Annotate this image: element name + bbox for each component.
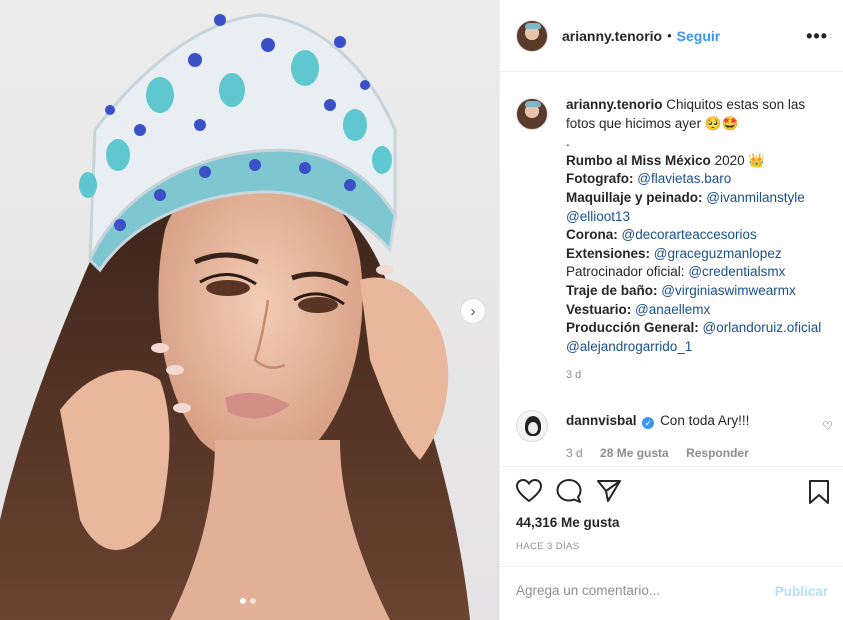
commenter-username[interactable]: dannvisbal: [566, 413, 637, 428]
credit-line: @alejandrogarrido_1: [566, 338, 832, 357]
credit-line: Fotografo: @flavietas.baro: [566, 171, 732, 187]
mention-link[interactable]: @graceguzmanlopez: [654, 246, 782, 261]
mention-link[interactable]: @virginiaswimwearmx: [661, 283, 795, 298]
mention-link[interactable]: @ellioot13: [566, 209, 630, 224]
follow-button[interactable]: Seguir: [677, 28, 721, 44]
mention-link[interactable]: @anaellemx: [635, 302, 710, 317]
caption-timestamp[interactable]: 3 d: [566, 366, 832, 385]
comment-bubble-icon[interactable]: [556, 479, 582, 503]
carousel-dot-2: [250, 598, 256, 604]
caption-body: arianny.tenorio Chiquitos estas son las …: [566, 96, 832, 385]
like-count[interactable]: 44,316 Me gusta: [516, 515, 620, 530]
bookmark-icon[interactable]: [808, 479, 830, 508]
comment-composer: Publicar: [500, 566, 843, 620]
action-icons: [516, 479, 622, 503]
credit-line: Extensiones: @graceguzmanlopez: [566, 245, 782, 261]
instagram-post: › arianny.tenorio • Seguir ••• arianny.t…: [0, 0, 843, 620]
post-age[interactable]: HACE 3 DÍAS: [516, 541, 580, 552]
credit-line: Traje de baño: @virginiaswimwearmx: [566, 282, 796, 298]
credit-line: Corona: @decorarteaccesorios: [566, 227, 757, 243]
caption-username[interactable]: arianny.tenorio: [566, 97, 663, 112]
author-username[interactable]: arianny.tenorio: [562, 28, 662, 44]
comment-meta: 3 d 28 Me gusta Responder: [566, 444, 763, 462]
comment-text: Con toda Ary!!!: [660, 413, 750, 428]
publish-button[interactable]: Publicar: [775, 584, 828, 599]
carousel-dot-1: [240, 598, 246, 604]
comment-body: dannvisbal ✓ Con toda Ary!!! 3 d 28 Me g…: [566, 410, 763, 462]
credit-line: Producción General: @orlandoruiz.oficial: [566, 320, 822, 336]
comment-line: dannvisbal ✓ Con toda Ary!!!: [566, 412, 763, 430]
carousel-indicator: [240, 598, 256, 604]
more-options-icon[interactable]: •••: [806, 26, 828, 47]
comment-timestamp[interactable]: 3 d: [566, 446, 583, 460]
credit-line: Maquillaje y peinado: @ivanmilanstyle: [566, 189, 805, 205]
verified-badge-icon: ✓: [642, 417, 655, 429]
comment-input[interactable]: [516, 583, 756, 598]
caption-avatar[interactable]: [516, 98, 548, 130]
post-header: arianny.tenorio • Seguir •••: [500, 0, 843, 72]
carousel-next-button[interactable]: ›: [460, 298, 486, 324]
author-avatar[interactable]: [516, 19, 548, 52]
mention-link[interactable]: @credentialsmx: [688, 264, 785, 279]
post-photo[interactable]: ›: [0, 0, 499, 620]
mention-link[interactable]: @decorarteaccesorios: [622, 227, 757, 242]
caption-intro: arianny.tenorio Chiquitos estas son las …: [566, 96, 832, 133]
credit-line: @ellioot13: [566, 208, 832, 227]
credit-line: Patrocinador oficial: @credentialsmx: [566, 264, 786, 280]
caption-dot-line: .: [566, 134, 570, 150]
mention-link[interactable]: @ivanmilanstyle: [706, 190, 805, 205]
header-separator: •: [667, 28, 672, 43]
commenter-avatar[interactable]: [516, 410, 548, 442]
reply-button[interactable]: Responder: [686, 446, 749, 460]
credit-line: Vestuario: @anaellemx: [566, 301, 711, 317]
comment-like-heart-icon[interactable]: ♡: [822, 419, 833, 433]
comment-likes[interactable]: 28 Me gusta: [600, 446, 669, 460]
mention-link[interactable]: @flavietas.baro: [637, 171, 731, 186]
mention-link[interactable]: @alejandrogarrido_1: [566, 339, 692, 354]
post-actions: 44,316 Me gusta HACE 3 DÍAS: [500, 466, 843, 566]
chevron-right-icon: ›: [470, 302, 476, 320]
heart-icon[interactable]: [516, 479, 542, 503]
share-paper-plane-icon[interactable]: [596, 479, 622, 503]
comment-item: dannvisbal ✓ Con toda Ary!!! 3 d 28 Me g…: [516, 410, 832, 462]
portrait-illustration: [0, 13, 470, 620]
mention-link[interactable]: @orlandoruiz.oficial: [703, 320, 822, 335]
post-side-panel: arianny.tenorio • Seguir ••• arianny.ten…: [499, 0, 843, 620]
post-caption: arianny.tenorio Chiquitos estas son las …: [516, 96, 832, 385]
credit-line: Rumbo al Miss México 2020 👑: [566, 152, 766, 168]
